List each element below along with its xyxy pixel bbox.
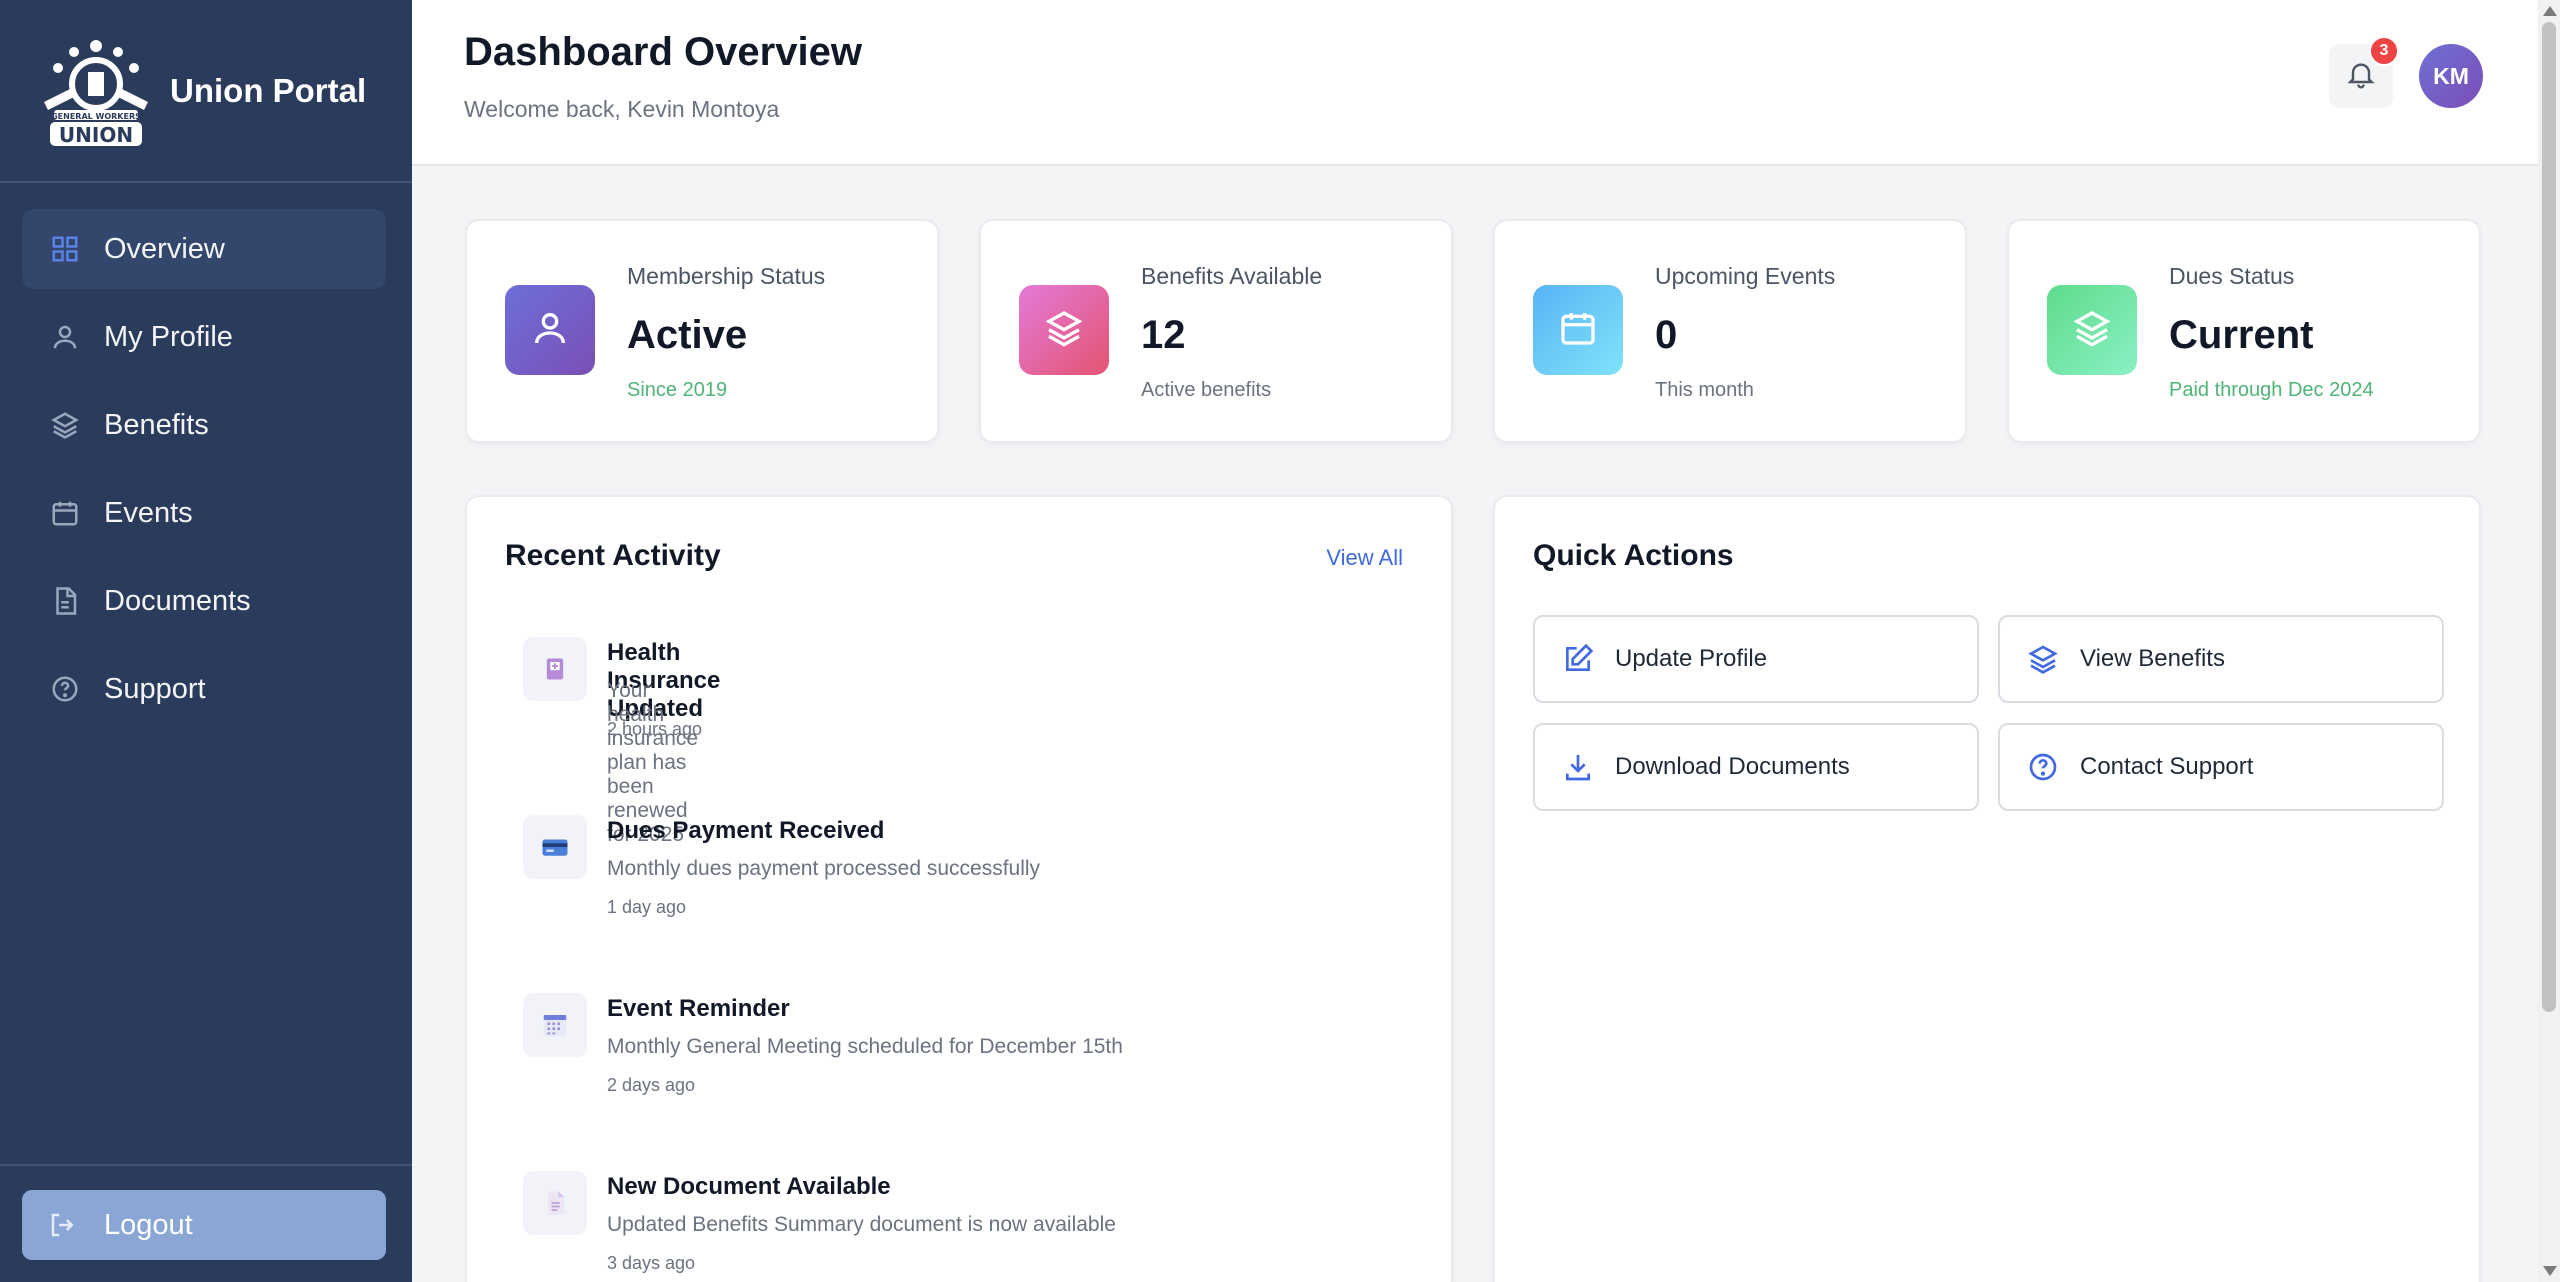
svg-text:GENERAL WORKERS: GENERAL WORKERS bbox=[51, 112, 141, 121]
download-icon bbox=[1561, 750, 1595, 784]
stat-icon-box bbox=[1533, 285, 1623, 375]
notification-badge: 3 bbox=[2369, 36, 2399, 66]
action-label: Download Documents bbox=[1615, 753, 1850, 780]
action-label: Update Profile bbox=[1615, 645, 1768, 672]
sidebar-item-label: Benefits bbox=[104, 408, 209, 441]
avatar[interactable]: KM bbox=[2419, 44, 2483, 108]
svg-text:UNION: UNION bbox=[59, 123, 133, 147]
sidebar-item-label: Support bbox=[104, 672, 206, 705]
action-label: View Benefits bbox=[2080, 645, 2225, 672]
sidebar-item-my-profile[interactable]: My Profile bbox=[22, 297, 386, 377]
stat-icon-box bbox=[505, 285, 595, 375]
edit-icon bbox=[1561, 642, 1595, 676]
credit-card-icon bbox=[523, 815, 587, 879]
quick-actions-title: Quick Actions bbox=[1533, 539, 1734, 572]
sidebar-item-label: Events bbox=[104, 496, 193, 529]
brand-name: Union Portal bbox=[170, 71, 367, 109]
insurance-card-icon bbox=[523, 637, 587, 701]
activity-time: 3 days ago bbox=[607, 1253, 696, 1273]
help-circle-icon bbox=[2026, 750, 2060, 784]
sidebar-item-benefits[interactable]: Benefits bbox=[22, 385, 386, 465]
sidebar-item-overview[interactable]: Overview bbox=[22, 209, 386, 289]
user-icon bbox=[48, 320, 82, 354]
calendar-icon bbox=[48, 496, 82, 530]
layers-icon bbox=[48, 408, 82, 442]
scroll-down-arrow-icon[interactable] bbox=[2543, 1266, 2557, 1276]
page-title: Dashboard Overview bbox=[464, 30, 862, 74]
sidebar: GENERAL WORKERS UNION Union Portal Overv… bbox=[0, 0, 412, 1282]
activity-time: 2 hours ago bbox=[607, 719, 703, 739]
list-item[interactable]: Health Insurance Updated Your health ins… bbox=[523, 637, 1323, 846]
calendar-grid-icon bbox=[523, 993, 587, 1057]
document-page-icon bbox=[523, 1171, 587, 1235]
activity-description: Monthly dues payment processed successfu… bbox=[607, 857, 1041, 880]
layers-icon bbox=[2072, 308, 2112, 353]
stat-value: 0 bbox=[1655, 313, 1678, 357]
stat-icon-box bbox=[1019, 285, 1109, 375]
sidebar-nav: Overview My Profile Benefits Events Docu… bbox=[0, 183, 412, 729]
user-icon bbox=[530, 308, 570, 353]
activity-description: Updated Benefits Summary document is now… bbox=[607, 1213, 1116, 1236]
recent-activity-title: Recent Activity bbox=[505, 539, 721, 572]
sidebar-item-events[interactable]: Events bbox=[22, 473, 386, 553]
activity-time: 2 days ago bbox=[607, 1075, 696, 1095]
list-item[interactable]: Dues Payment Received Monthly dues payme… bbox=[523, 815, 1323, 965]
recent-activity-panel: Recent Activity View All Health Insuranc… bbox=[465, 495, 1453, 1282]
brand[interactable]: GENERAL WORKERS UNION Union Portal bbox=[0, 0, 412, 183]
layers-icon bbox=[1044, 308, 1084, 353]
action-label: Contact Support bbox=[2080, 753, 2254, 780]
update-profile-button[interactable]: Update Profile bbox=[1533, 615, 1979, 703]
quick-actions-panel: Quick Actions Update Profile View Benefi… bbox=[1493, 495, 2481, 1282]
stat-subtext: This month bbox=[1655, 379, 1754, 401]
sidebar-item-label: My Profile bbox=[104, 320, 233, 353]
stat-value: Current bbox=[2169, 313, 2314, 357]
stat-value: 12 bbox=[1141, 313, 1186, 357]
activity-title: Dues Payment Received bbox=[607, 817, 885, 844]
scroll-up-arrow-icon[interactable] bbox=[2543, 6, 2557, 16]
stat-card-membership: Membership Status Active Since 2019 bbox=[465, 219, 939, 443]
stat-label: Dues Status bbox=[2169, 263, 2295, 289]
logout-label: Logout bbox=[104, 1208, 193, 1241]
download-documents-button[interactable]: Download Documents bbox=[1533, 723, 1979, 811]
contact-support-button[interactable]: Contact Support bbox=[1998, 723, 2444, 811]
sidebar-item-documents[interactable]: Documents bbox=[22, 561, 386, 641]
stat-card-benefits: Benefits Available 12 Active benefits bbox=[979, 219, 1453, 443]
calendar-icon bbox=[1558, 308, 1598, 353]
stat-icon-box bbox=[2047, 285, 2137, 375]
grid-icon bbox=[48, 232, 82, 266]
stat-subtext: Paid through Dec 2024 bbox=[2169, 379, 2374, 401]
activity-time: 1 day ago bbox=[607, 897, 687, 917]
logout-icon bbox=[48, 1208, 82, 1242]
header: Dashboard Overview Welcome back, Kevin M… bbox=[412, 0, 2538, 166]
page-scrollbar[interactable] bbox=[2538, 0, 2560, 1282]
view-all-link[interactable]: View All bbox=[1326, 545, 1403, 571]
document-icon bbox=[48, 584, 82, 618]
union-logo: GENERAL WORKERS UNION bbox=[34, 32, 158, 150]
scrollbar-thumb[interactable] bbox=[2542, 22, 2556, 1012]
activity-title: Event Reminder bbox=[607, 995, 790, 1022]
stat-label: Membership Status bbox=[627, 263, 826, 289]
welcome-message: Welcome back, Kevin Montoya bbox=[464, 96, 780, 122]
list-item[interactable]: New Document Available Updated Benefits … bbox=[523, 1171, 1323, 1282]
logout-button[interactable]: Logout bbox=[22, 1190, 386, 1260]
activity-description: Monthly General Meeting scheduled for De… bbox=[607, 1035, 1123, 1058]
layers-icon bbox=[2026, 642, 2060, 676]
sidebar-item-label: Overview bbox=[104, 232, 225, 265]
sidebar-item-support[interactable]: Support bbox=[22, 649, 386, 729]
stat-label: Benefits Available bbox=[1141, 263, 1323, 289]
stat-card-events: Upcoming Events 0 This month bbox=[1493, 219, 1967, 443]
stat-label: Upcoming Events bbox=[1655, 263, 1836, 289]
view-benefits-button[interactable]: View Benefits bbox=[1998, 615, 2444, 703]
sidebar-footer: Logout bbox=[0, 1164, 412, 1282]
help-circle-icon bbox=[48, 672, 82, 706]
list-item[interactable]: Event Reminder Monthly General Meeting s… bbox=[523, 993, 1323, 1143]
stat-subtext: Since 2019 bbox=[627, 379, 728, 401]
activity-title: New Document Available bbox=[607, 1173, 891, 1200]
stat-subtext: Active benefits bbox=[1141, 379, 1272, 401]
sidebar-item-label: Documents bbox=[104, 584, 251, 617]
stat-card-dues: Dues Status Current Paid through Dec 202… bbox=[2007, 219, 2481, 443]
stat-value: Active bbox=[627, 313, 748, 357]
bell-icon bbox=[2345, 58, 2377, 95]
